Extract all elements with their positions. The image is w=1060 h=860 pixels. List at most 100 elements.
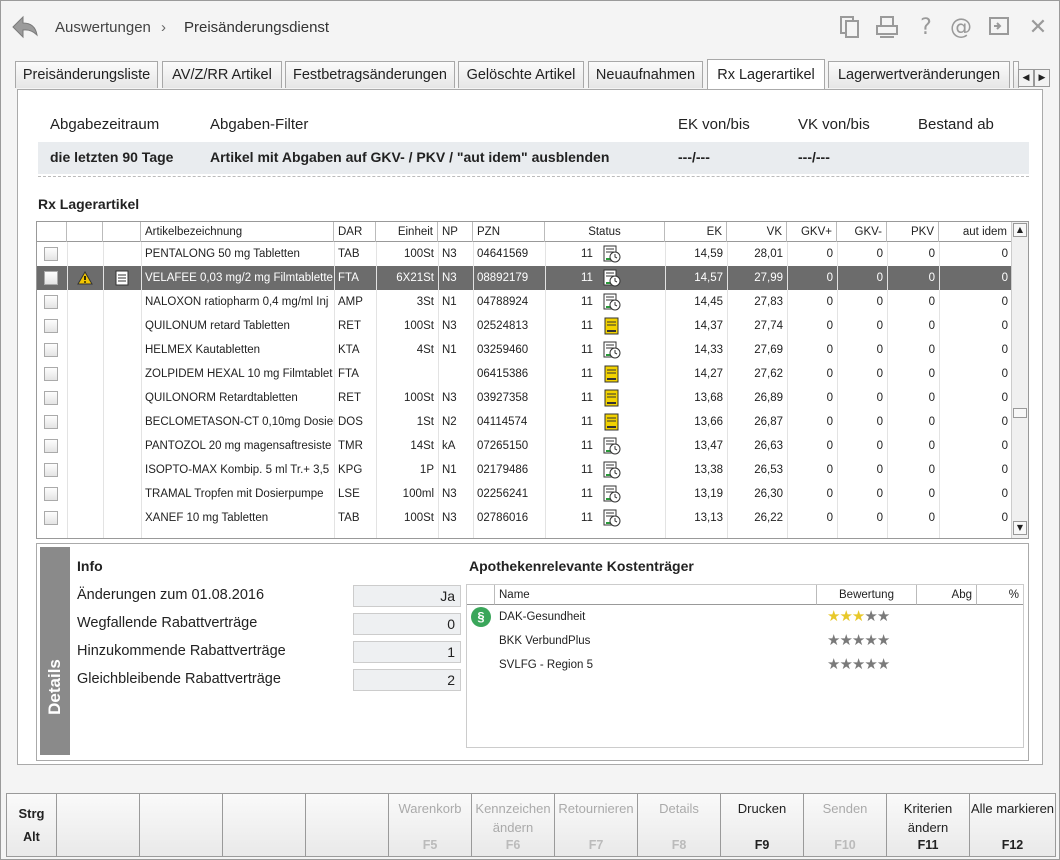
table-row[interactable]: ZOLPIDEM HEXAL 10 mg Filmtablet FTA 064153… <box>37 362 1012 386</box>
tab-scroll-right-button[interactable]: ▶ <box>1034 69 1050 87</box>
row-checkbox[interactable] <box>44 367 58 381</box>
cell-vk: 26,22 <box>754 512 783 524</box>
printer-icon[interactable] <box>874 15 900 41</box>
help-icon[interactable]: ? <box>913 15 939 41</box>
cell-np: N2 <box>442 416 457 428</box>
copy-icon[interactable] <box>837 15 863 41</box>
table-row[interactable]: NALOXON ratiopharm 0,4 mg/ml Inj AMP 3St N1… <box>37 290 1012 314</box>
tab-lagerwertveraenderungen[interactable]: Lagerwertveränderungen <box>828 61 1010 88</box>
fkey-empty-button[interactable] <box>305 793 389 857</box>
col-aut-idem[interactable]: aut idem <box>939 222 1012 242</box>
fkey-empty-button[interactable] <box>139 793 223 857</box>
app-window: Auswertungen › Preisänderungsdienst ? @ … <box>0 0 1060 860</box>
table-row[interactable]: ISOPTO-MAX Kombip. 5 ml Tr.+ 3,5 KPG 1P N1 0… <box>37 458 1012 482</box>
tab-neuaufnahmen[interactable]: Neuaufnahmen <box>588 61 703 88</box>
col-gkv-plus[interactable]: GKV+ <box>787 222 837 242</box>
col-pkv[interactable]: PKV <box>887 222 939 242</box>
status-number: 11 <box>581 320 593 332</box>
cell-np: N3 <box>442 488 457 500</box>
window-icon[interactable] <box>986 15 1012 41</box>
cell-einheit: 1St <box>416 416 434 428</box>
scroll-down-button[interactable]: ▼ <box>1013 521 1027 535</box>
fkey-kriterien-ndern-button[interactable]: Kriterien ändern F11 <box>886 793 970 857</box>
star-icon: ★ <box>876 608 890 625</box>
col-warning <box>67 222 103 242</box>
col-einheit[interactable]: Einheit <box>376 222 438 242</box>
table-row[interactable]: PENTALONG 50 mg Tabletten TAB 100St N3 04641… <box>37 242 1012 266</box>
close-icon[interactable]: ✕ <box>1025 15 1051 41</box>
details-tab[interactable]: Details <box>40 547 70 755</box>
tab-geloeschte-artikel[interactable]: Gelöschte Artikel <box>458 61 584 88</box>
row-checkbox[interactable] <box>44 415 58 429</box>
table-row[interactable]: TRAMAL Tropfen mit Dosierpumpe LSE 100ml N3… <box>37 482 1012 506</box>
status-clock-icon <box>603 437 621 455</box>
table-row[interactable]: BECLOMETASON-CT 0,10mg Dosier DOS 1St N2 041… <box>37 410 1012 434</box>
kostentraeger-row[interactable]: SVLFG - Region 5 ★★★★★ <box>467 653 1023 677</box>
table-row[interactable]: HELMEX Kautabletten KTA 4St N1 03259460 11 14,… <box>37 338 1012 362</box>
kostentraeger-row[interactable]: BKK VerbundPlus ★★★★★ <box>467 629 1023 653</box>
col-gkv-minus[interactable]: GKV- <box>837 222 887 242</box>
cell-gkv-minus: 0 <box>876 488 883 500</box>
col-status[interactable]: Status <box>545 222 665 242</box>
kostentraeger-title: Apothekenrelevante Kostenträger <box>469 558 694 574</box>
kt-col-bewertung[interactable]: Bewertung <box>817 585 917 605</box>
status-number: 11 <box>581 272 593 284</box>
fkey-drucken-button[interactable]: Drucken F9 <box>720 793 804 857</box>
fkey-details-button[interactable]: Details F8 <box>637 793 721 857</box>
cell-pkv: 0 <box>928 248 935 260</box>
fkey-empty-button[interactable] <box>222 793 306 857</box>
cell-pkv: 0 <box>928 272 935 284</box>
table-scrollbar[interactable]: ▲ ▼ <box>1011 222 1028 538</box>
filter-value-filter: Artikel mit Abgaben auf GKV- / PKV / "au… <box>210 149 610 165</box>
col-dar[interactable]: DAR <box>334 222 376 242</box>
fkey-empty-button[interactable] <box>56 793 140 857</box>
col-pzn[interactable]: PZN <box>473 222 545 242</box>
kt-col-pct[interactable]: % <box>977 585 1023 605</box>
kt-col-abg[interactable]: Abg <box>917 585 977 605</box>
cell-status: 11 <box>545 314 665 338</box>
info-label: Hinzukommende Rabattverträge <box>77 643 286 659</box>
fkey-alle-markieren-button[interactable]: Alle markieren F12 <box>969 793 1056 857</box>
tab-festbetragsaenderungen[interactable]: Festbetragsänderungen <box>285 61 455 88</box>
row-checkbox[interactable] <box>44 319 58 333</box>
col-ek[interactable]: EK <box>665 222 727 242</box>
row-checkbox[interactable] <box>44 295 58 309</box>
table-row[interactable]: PANTOZOL 20 mg magensaftresiste TMR 14St kA… <box>37 434 1012 458</box>
filter-values-row[interactable]: die letzten 90 Tage Artikel mit Abgaben … <box>38 142 1029 174</box>
row-checkbox[interactable] <box>44 391 58 405</box>
tab-scroll-left-button[interactable]: ◀ <box>1018 69 1034 87</box>
filter-value-ek: ---/--- <box>678 149 710 165</box>
row-checkbox[interactable] <box>44 463 58 477</box>
fkey-retournieren-button[interactable]: Retournieren F7 <box>554 793 638 857</box>
row-checkbox[interactable] <box>44 487 58 501</box>
tab-av-z-rr-artikel[interactable]: AV/Z/RR Artikel <box>162 61 282 88</box>
row-checkbox[interactable] <box>44 439 58 453</box>
kostentraeger-row[interactable]: § DAK-Gesundheit ★★★★★ <box>467 605 1023 629</box>
row-checkbox[interactable] <box>44 271 58 285</box>
tab-rx-lagerartikel[interactable]: Rx Lagerartikel <box>707 59 825 89</box>
col-np[interactable]: NP <box>438 222 473 242</box>
cell-ek: 14,27 <box>694 368 723 380</box>
table-row[interactable]: QUILONUM retard Tabletten RET 100St N3 02524… <box>37 314 1012 338</box>
col-vk[interactable]: VK <box>727 222 787 242</box>
scroll-up-button[interactable]: ▲ <box>1013 223 1027 237</box>
row-checkbox[interactable] <box>44 247 58 261</box>
table-row[interactable]: QUILONORM Retardtabletten RET 100St N3 03927… <box>37 386 1012 410</box>
back-button[interactable] <box>9 13 41 41</box>
fkey-senden-button[interactable]: Senden F10 <box>803 793 887 857</box>
warning-icon <box>77 271 93 285</box>
fkey-warenkorb-button[interactable]: Warenkorb F5 <box>388 793 472 857</box>
breadcrumb-auswertungen[interactable]: Auswertungen <box>55 19 151 36</box>
modifier-key-button[interactable]: Strg Alt <box>6 793 57 857</box>
table-row[interactable]: VELAFEE 0,03 mg/2 mg Filmtablette FTA 6X21… <box>37 266 1012 290</box>
kt-col-name[interactable]: Name <box>495 585 817 605</box>
table-row[interactable]: XANEF 10 mg Tabletten TAB 100St N3 02786016 1… <box>37 506 1012 530</box>
scroll-thumb[interactable] <box>1013 408 1027 418</box>
tab-preisaenderungsliste[interactable]: Preisänderungsliste <box>15 61 158 88</box>
fkey-kennzeichen-ndern-button[interactable]: Kennzeichen ändern F6 <box>471 793 555 857</box>
email-icon[interactable]: @ <box>948 15 974 41</box>
col-artikelbezeichnung[interactable]: Artikelbezeichnung <box>141 222 334 242</box>
row-checkbox[interactable] <box>44 511 58 525</box>
fkey-shortcut: F5 <box>422 838 438 852</box>
row-checkbox[interactable] <box>44 343 58 357</box>
